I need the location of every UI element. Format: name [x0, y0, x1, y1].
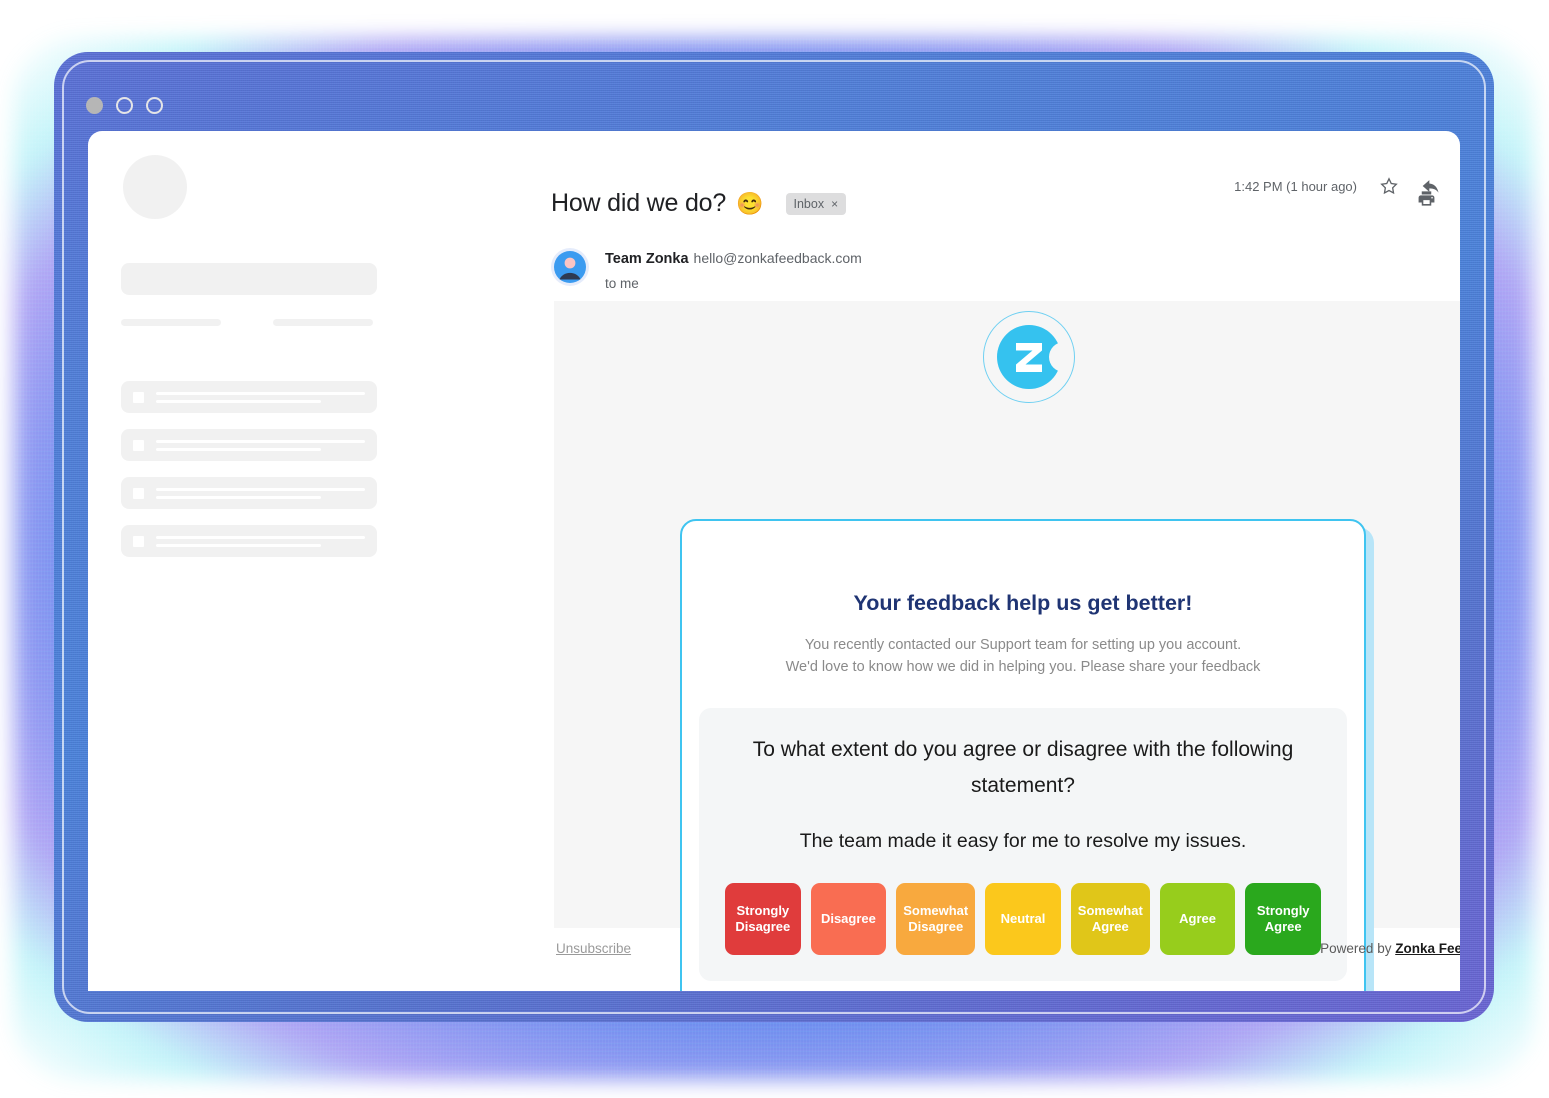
list-item-line-2 — [156, 399, 322, 403]
sender-email: hello@zonkafeedback.com — [693, 250, 862, 266]
smiling-face-icon: 😊 — [736, 190, 764, 216]
message-timestamp: 1:42 PM (1 hour ago) — [1234, 178, 1357, 194]
list-item-lines — [156, 439, 365, 451]
sidebar-compose-placeholder[interactable] — [121, 263, 377, 295]
screenshot-stage: How did we do? 😊 Inbox × Team Zonka hell… — [0, 0, 1549, 1098]
list-item-lines — [156, 535, 365, 547]
sidebar-avatar-placeholder — [123, 155, 187, 219]
list-item[interactable] — [121, 381, 377, 413]
subject-row: How did we do? 😊 Inbox × — [551, 131, 1460, 218]
maximize-window-dot[interactable] — [146, 97, 163, 114]
sidebar-line-placeholder-right — [273, 319, 373, 326]
list-item-lines — [156, 391, 365, 403]
sender-row: Team Zonka hello@zonkafeedback.com to me — [551, 248, 1460, 291]
minimize-window-dot[interactable] — [116, 97, 133, 114]
survey-question-prompt: To what extent do you agree or disagree … — [752, 738, 1294, 797]
list-item-line-1 — [156, 391, 365, 395]
survey-intro: You recently contacted our Support team … — [682, 634, 1364, 678]
list-item-line-1 — [156, 535, 365, 539]
list-item-line-2 — [156, 495, 322, 499]
email-footer: Unsubscribe Powered by Zonka Feedback — [554, 931, 1460, 956]
label-chip-inbox[interactable]: Inbox × — [785, 192, 847, 215]
list-item-line-2 — [156, 543, 322, 547]
email-body: Your feedback help us get better! You re… — [554, 301, 1460, 991]
checkbox-placeholder-icon — [133, 391, 144, 403]
powered-by-prefix: Powered by — [1320, 941, 1396, 956]
likert-option-label: Disagree — [820, 911, 876, 926]
list-item-lines — [156, 487, 365, 499]
window-traffic-lights[interactable] — [86, 97, 163, 114]
zonka-logo — [982, 311, 1075, 403]
close-icon[interactable]: × — [831, 197, 838, 211]
list-item[interactable] — [121, 477, 377, 509]
powered-by: Powered by Zonka Feedback — [1320, 941, 1460, 956]
sender-meta: Team Zonka hello@zonkafeedback.com to me — [605, 248, 862, 291]
list-item-line-2 — [156, 447, 322, 451]
likert-option-label: Neutral — [1000, 911, 1046, 926]
mail-reading-pane: How did we do? 😊 Inbox × Team Zonka hell… — [551, 131, 1460, 991]
star-icon[interactable] — [1379, 176, 1399, 196]
powered-by-brand-link[interactable]: Zonka Feedback — [1395, 941, 1460, 956]
list-item-line-1 — [156, 487, 365, 491]
close-window-dot[interactable] — [86, 97, 103, 114]
survey-card: Your feedback help us get better! You re… — [680, 519, 1366, 991]
mail-app-window: How did we do? 😊 Inbox × Team Zonka hell… — [88, 131, 1460, 991]
sidebar-meta-placeholder-row — [121, 319, 411, 326]
checkbox-placeholder-icon — [133, 535, 144, 547]
recipient-label: to me — [605, 276, 639, 291]
zonka-logo-ring — [982, 311, 1075, 403]
message-actions[interactable]: 1:42 PM (1 hour ago) — [1234, 176, 1460, 196]
zonka-logo-mark-icon — [996, 325, 1061, 389]
unsubscribe-link[interactable]: Unsubscribe — [556, 941, 631, 956]
survey-question-statement: The team made it easy for me to resolve … — [799, 830, 1247, 852]
page-title: How did we do? — [551, 189, 727, 217]
sidebar-skeleton — [121, 155, 411, 557]
survey-intro-line-1: You recently contacted our Support team … — [804, 637, 1242, 653]
list-item-line-1 — [156, 439, 365, 443]
likert-option-label: Agree — [1179, 911, 1217, 926]
survey-intro-line-2: We'd love to know how we did in helping … — [785, 659, 1261, 675]
sidebar-line-placeholder-left — [121, 319, 221, 326]
reply-icon[interactable] — [1421, 176, 1441, 196]
list-item[interactable] — [121, 429, 377, 461]
list-item[interactable] — [121, 525, 377, 557]
survey-heading: Your feedback help us get better! — [853, 591, 1193, 615]
checkbox-placeholder-icon — [133, 439, 144, 451]
sender-name: Team Zonka — [605, 251, 689, 267]
avatar[interactable] — [551, 248, 589, 286]
label-chip-text: Inbox — [793, 196, 825, 211]
checkbox-placeholder-icon — [133, 487, 144, 499]
